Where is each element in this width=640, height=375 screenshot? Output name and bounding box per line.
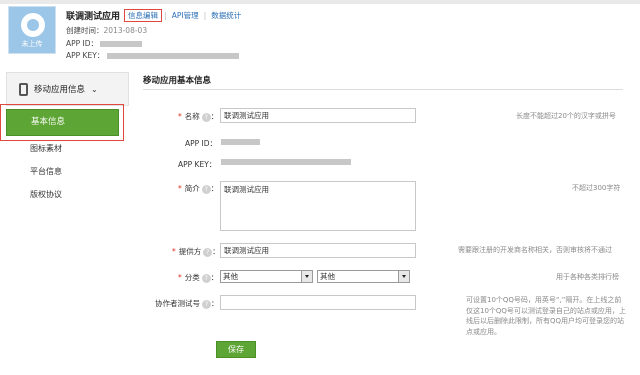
app-id-redacted — [100, 41, 143, 47]
name-label: 名称 — [184, 112, 200, 121]
sidebar-item-copyright[interactable]: 版权协议 — [30, 189, 62, 200]
provider-label-wrap: * 提供方?： — [172, 247, 220, 257]
sidebar-item-platform-info[interactable]: 平台信息 — [30, 166, 62, 177]
app-id-label: APP ID： — [66, 39, 99, 48]
category-secondary-select[interactable]: 其他 — [317, 270, 410, 283]
tab-data-stats[interactable]: 数据统计 — [208, 10, 244, 21]
app-title-row: 联调测试应用 信息编辑 | API管理 | 数据统计 — [66, 9, 244, 22]
panel-app-key-label: APP KEY： — [178, 160, 217, 169]
intro-label: 简介 — [184, 184, 200, 193]
required-marker: * — [178, 273, 182, 282]
help-icon[interactable]: ? — [201, 273, 211, 283]
category-hint: 用于各种各类排行榜 — [556, 273, 619, 281]
app-created-row: 创建时间：2013-08-03 — [66, 25, 147, 36]
panel-app-id-label: APP ID： — [185, 139, 218, 148]
sidebar-item-icon-assets[interactable]: 图标素材 — [30, 143, 62, 154]
separator: | — [203, 11, 207, 20]
created-label: 创建时间： — [66, 26, 104, 35]
name-input[interactable]: 联调测试应用 — [220, 108, 416, 123]
created-value: 2013-08-03 — [103, 26, 148, 35]
category-label-wrap: * 分类?： — [178, 273, 219, 283]
dropdown-arrow-icon — [301, 271, 312, 282]
tester-label-wrap: 协作者测试号?： — [155, 299, 219, 309]
category-primary-value: 其他 — [223, 272, 238, 281]
help-icon[interactable]: ? — [203, 247, 213, 257]
provider-input[interactable]: 联调测试应用 — [220, 243, 416, 258]
app-key-label: APP KEY： — [66, 51, 105, 60]
required-marker: * — [178, 184, 182, 193]
tester-label: 协作者测试号 — [155, 299, 200, 308]
category-secondary-value: 其他 — [320, 272, 335, 281]
help-icon[interactable]: ? — [201, 184, 211, 194]
intro-hint: 不超过300字符 — [572, 184, 621, 192]
help-icon[interactable]: ? — [202, 299, 211, 309]
intro-label-wrap: * 简介?： — [178, 184, 219, 194]
app-id-row: APP ID： — [66, 38, 143, 49]
separator: | — [164, 11, 167, 20]
sidebar-section-label: 移动应用信息 — [34, 85, 86, 95]
app-icon-upload-label: 未上传 — [21, 40, 43, 48]
app-logo-icon — [21, 13, 45, 37]
sidebar-item-basic-info[interactable]: 基本信息 — [6, 109, 119, 136]
required-marker: * — [178, 112, 182, 121]
tester-input[interactable] — [220, 295, 416, 310]
panel-app-key-redacted — [221, 159, 351, 165]
tab-info-edit[interactable]: 信息编辑 — [124, 9, 163, 22]
name-hint: 长度不能超过20个的汉字或拼号 — [516, 112, 616, 120]
name-label-wrap: * 名称?： — [178, 112, 219, 122]
provider-label: 提供方 — [178, 247, 202, 256]
chevron-down-icon: ⌄ — [91, 84, 98, 94]
phone-icon — [19, 82, 28, 96]
required-marker: * — [172, 247, 176, 256]
panel-app-id-redacted — [221, 139, 260, 145]
tab-api-manage[interactable]: API管理 — [169, 10, 202, 21]
sidebar-section-header[interactable]: 移动应用信息 ⌄ — [6, 72, 129, 106]
tester-hint: 可设置10个QQ号码，用英号“,”隔开。在上线之前仅这10个QQ号可以测试登录自… — [466, 296, 626, 336]
app-icon[interactable]: 未上传 — [8, 6, 56, 54]
app-key-row: APP KEY： — [66, 50, 239, 61]
panel-title: 移动应用基本信息 — [143, 76, 212, 86]
panel-divider — [143, 89, 623, 90]
dropdown-arrow-icon — [398, 271, 409, 282]
provider-hint: 需要跟注册的开发商名称相关，否则审核将不通过 — [458, 246, 612, 254]
help-icon[interactable]: ? — [201, 112, 211, 122]
category-primary-select[interactable]: 其他 — [220, 270, 313, 283]
save-button[interactable]: 保存 — [216, 341, 256, 358]
app-name: 联调测试应用 — [66, 12, 121, 22]
category-label: 分类 — [184, 273, 200, 282]
top-strip — [0, 0, 640, 4]
app-key-redacted — [106, 53, 239, 59]
intro-textarea[interactable]: 联调测试应用 — [220, 181, 416, 231]
